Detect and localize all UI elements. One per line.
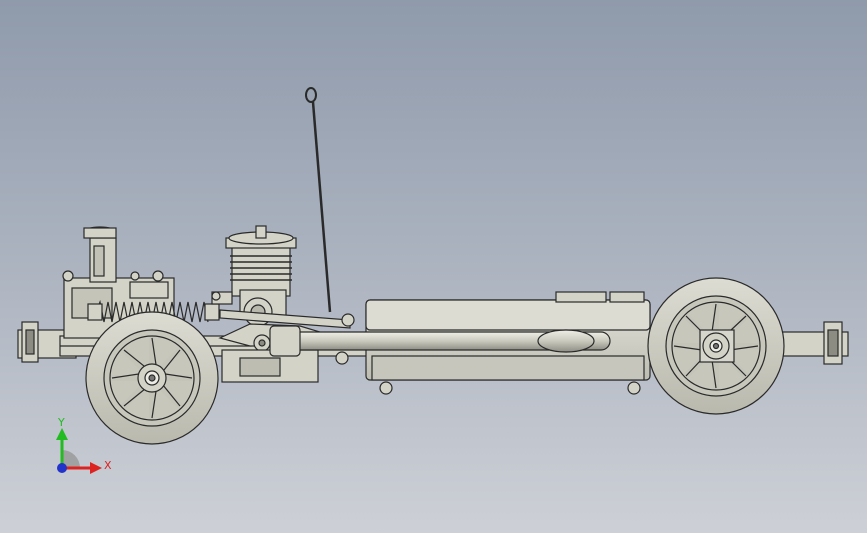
cad-viewport[interactable]: Y X: [0, 0, 867, 533]
filler-tower: [83, 226, 117, 283]
x-axis-arrow-icon: [90, 462, 102, 474]
coordinate-triad: Y X: [56, 416, 112, 474]
chassis-model-drawing[interactable]: Y X: [0, 0, 867, 533]
antenna: [305, 87, 332, 313]
rear-wheel: [85, 311, 219, 445]
motor-mount: [221, 349, 319, 383]
y-axis-label: Y: [57, 416, 65, 429]
y-axis-arrow-icon: [56, 428, 68, 440]
z-axis-dot-icon: [57, 463, 67, 473]
x-axis-label: X: [104, 459, 112, 472]
front-bumper: [779, 321, 849, 365]
front-wheel: [647, 277, 785, 415]
